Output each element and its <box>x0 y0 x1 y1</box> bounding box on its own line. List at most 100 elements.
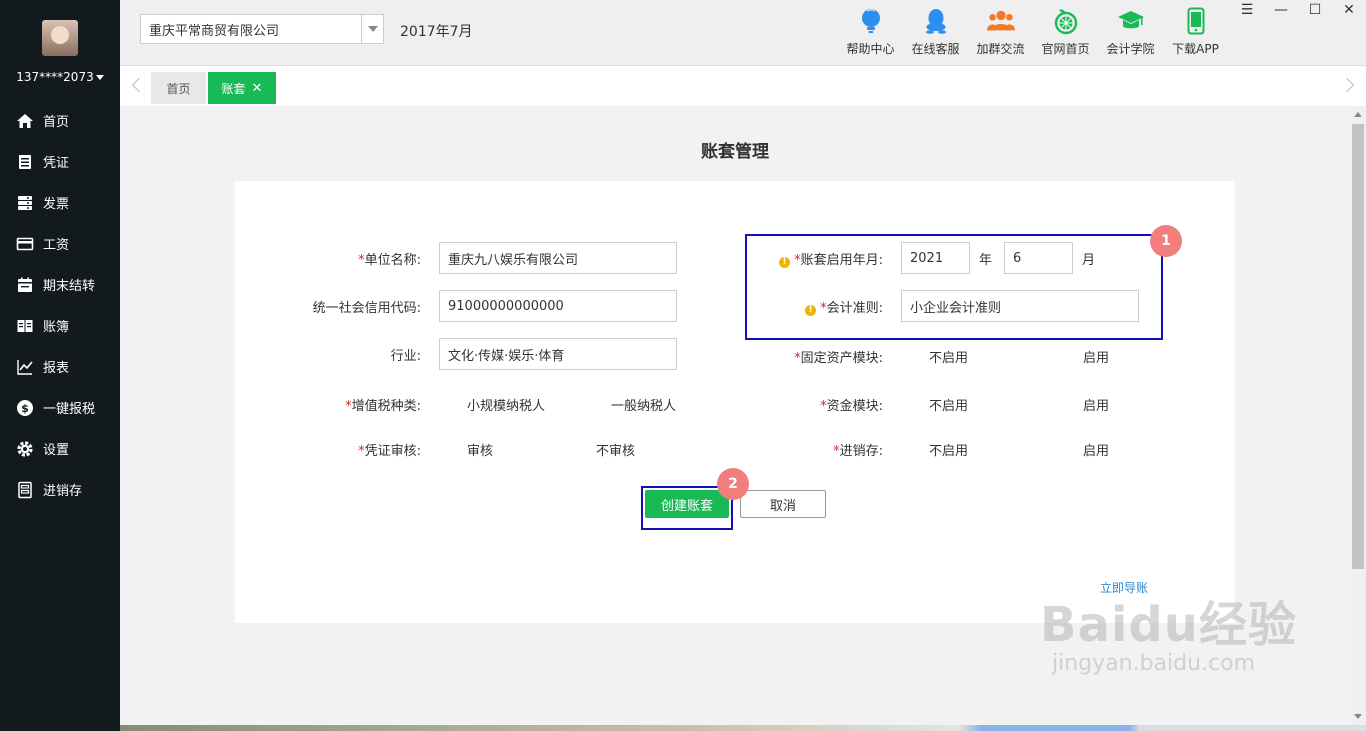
help-bulb-icon <box>857 6 885 36</box>
funds-label: *资金模块: <box>820 399 883 414</box>
chevron-right-icon[interactable] <box>1339 77 1355 93</box>
annotation-badge-1: 1 <box>1150 225 1182 257</box>
sidebar-item-label: 进销存 <box>43 484 83 499</box>
orange-logo-icon <box>1052 6 1080 36</box>
tool-label: 官网首页 <box>1041 42 1090 56</box>
online-service-button[interactable]: 在线客服 <box>903 6 968 57</box>
close-icon[interactable]: ✕ <box>252 81 263 96</box>
sidebar-item-reports[interactable]: 报表 <box>0 346 120 387</box>
voucher-option-no-review[interactable]: 不审核 <box>596 440 635 459</box>
top-header: 重庆平常商贸有限公司 2017年7月 帮助中心 在线客服 加群交流 官网首页 会… <box>120 0 1366 66</box>
accounting-academy-button[interactable]: 会计学院 <box>1098 6 1163 57</box>
sidebar-item-period-end[interactable]: 期末结转 <box>0 264 120 305</box>
annotation-badge-2: 2 <box>717 468 749 500</box>
inventory-label: *进销存: <box>833 444 883 459</box>
qq-icon <box>922 6 950 36</box>
sidebar-item-inventory[interactable]: 进销存 <box>0 469 120 510</box>
tool-label: 加群交流 <box>976 42 1025 56</box>
sidebar-item-label: 设置 <box>43 443 70 458</box>
watermark-main: Baidu经验 <box>1040 597 1297 653</box>
tool-label: 会计学院 <box>1106 42 1155 56</box>
sidebar-item-tax[interactable]: $ 一键报税 <box>0 387 120 428</box>
join-group-button[interactable]: 加群交流 <box>968 6 1033 57</box>
vat-option-general[interactable]: 一般纳税人 <box>611 395 676 414</box>
minimize-button[interactable]: — <box>1264 0 1298 20</box>
company-select-value: 重庆平常商贸有限公司 <box>149 23 280 39</box>
current-period: 2017年7月 <box>400 24 473 40</box>
watermark: Baidu经验 jingyan.baidu.com <box>1040 585 1297 676</box>
sidebar-item-label: 一键报税 <box>43 402 96 417</box>
tab-home[interactable]: 首页 <box>151 72 206 104</box>
unit-name-input[interactable]: 重庆九八娱乐有限公司 <box>439 242 677 274</box>
sidebar-item-label: 报表 <box>43 361 70 376</box>
graduation-cap-icon <box>1117 6 1145 36</box>
dollar-icon: $ <box>16 399 34 417</box>
sidebar-item-invoice[interactable]: 发票 <box>0 182 120 223</box>
vertical-scrollbar[interactable] <box>1350 106 1366 725</box>
tab-account-set[interactable]: 账套 ✕ <box>208 72 276 104</box>
voucher-review-label: *凭证审核: <box>358 444 421 459</box>
sidebar-item-salary[interactable]: 工资 <box>0 223 120 264</box>
scroll-thumb[interactable] <box>1352 124 1364 569</box>
card-icon <box>16 235 34 253</box>
taskbar-strip <box>0 725 1366 731</box>
phone-icon <box>1182 6 1210 36</box>
credit-code-input[interactable]: 91000000000000 <box>439 290 677 322</box>
official-site-button[interactable]: 官网首页 <box>1033 6 1098 57</box>
svg-text:$: $ <box>21 402 29 415</box>
unit-name-label: *单位名称: <box>358 253 421 268</box>
document-icon <box>16 153 34 171</box>
industry-select[interactable]: 文化·传媒·娱乐·体育 <box>439 338 677 370</box>
inventory-option-enable[interactable]: 启用 <box>1083 440 1109 459</box>
cancel-button[interactable]: 取消 <box>740 490 826 518</box>
vat-option-small-scale[interactable]: 小规模纳税人 <box>467 395 545 414</box>
tool-label: 在线客服 <box>911 42 960 56</box>
gear-icon <box>16 440 34 458</box>
inventory-option-disable[interactable]: 不启用 <box>929 440 968 459</box>
book-icon <box>16 317 34 335</box>
header-tools: 帮助中心 在线客服 加群交流 官网首页 会计学院 下载APP <box>838 6 1228 57</box>
sidebar-item-label: 账簿 <box>43 320 70 335</box>
fixed-assets-option-enable[interactable]: 启用 <box>1083 347 1109 366</box>
chart-icon <box>16 358 34 376</box>
funds-option-enable[interactable]: 启用 <box>1083 395 1109 414</box>
credit-code-label: 统一社会信用代码: <box>312 301 421 316</box>
group-icon <box>986 6 1015 36</box>
chevron-left-icon[interactable] <box>131 77 147 93</box>
tab-bar: 首页 账套 ✕ <box>120 66 1366 106</box>
chevron-down-icon[interactable] <box>361 15 383 43</box>
account-set-form: *单位名称: 重庆九八娱乐有限公司 统一社会信用代码: 910000000000… <box>235 181 1235 623</box>
menu-icon[interactable]: ☰ <box>1230 0 1264 20</box>
maximize-button[interactable]: ☐ <box>1298 0 1332 20</box>
tab-label: 账套 <box>221 81 246 96</box>
help-center-button[interactable]: 帮助中心 <box>838 6 903 57</box>
scroll-down-icon[interactable] <box>1354 714 1362 719</box>
home-icon <box>16 112 34 130</box>
fixed-assets-label: *固定资产模块: <box>794 351 883 366</box>
page-title: 账套管理 <box>701 142 769 162</box>
sidebar-item-label: 工资 <box>43 238 70 253</box>
fixed-assets-option-disable[interactable]: 不启用 <box>929 347 968 366</box>
vat-type-label: *增值税种类: <box>345 399 421 414</box>
funds-option-disable[interactable]: 不启用 <box>929 395 968 414</box>
sidebar-item-label: 首页 <box>43 115 70 130</box>
sidebar-item-label: 发票 <box>43 197 70 212</box>
tool-label: 下载APP <box>1172 42 1219 56</box>
sidebar-item-voucher[interactable]: 凭证 <box>0 141 120 182</box>
company-select[interactable]: 重庆平常商贸有限公司 <box>140 14 384 44</box>
voucher-option-review[interactable]: 审核 <box>467 440 493 459</box>
close-button[interactable]: ✕ <box>1332 0 1366 20</box>
sidebar-item-settings[interactable]: 设置 <box>0 428 120 469</box>
caret-down-icon <box>95 75 104 80</box>
download-app-button[interactable]: 下载APP <box>1163 6 1228 57</box>
inventory-icon <box>16 481 34 499</box>
avatar[interactable] <box>42 20 78 56</box>
calendar-icon <box>16 276 34 294</box>
user-menu[interactable]: 137****2073 <box>0 70 120 84</box>
sidebar-item-ledger[interactable]: 账簿 <box>0 305 120 346</box>
highlight-box-1 <box>745 234 1163 340</box>
sidebar-nav: 首页 凭证 发票 工资 期末结转 账簿 报表 $ 一键报税 设置 进销存 <box>0 100 120 510</box>
sidebar-item-home[interactable]: 首页 <box>0 100 120 141</box>
scroll-up-icon[interactable] <box>1354 112 1362 117</box>
invoice-icon <box>16 194 34 212</box>
